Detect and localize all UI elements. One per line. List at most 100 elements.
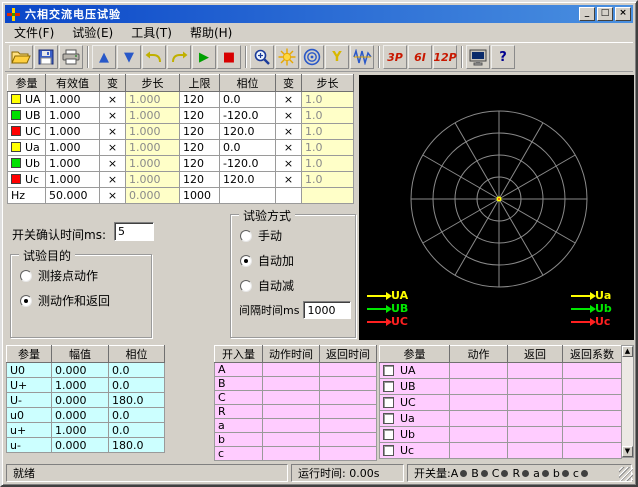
checkbox-unchecked-icon[interactable] [383, 381, 394, 392]
vary-toggle-cell[interactable]: × [100, 124, 126, 140]
din-name-cell: B [215, 377, 263, 391]
vector-arrow-icon [367, 308, 387, 310]
print-button[interactable] [59, 45, 83, 69]
sequence-row-u+: u+1.0000.0 [7, 423, 165, 438]
sequence-table: 参量幅值相位U00.0000.0U+1.0000.0U-0.000180.0u0… [6, 345, 165, 453]
checkbox-unchecked-icon[interactable] [383, 365, 394, 376]
mode-option-0[interactable]: 手动 [231, 223, 355, 248]
limit-cell[interactable]: 120 [180, 108, 220, 124]
limit-cell[interactable]: 120 [180, 156, 220, 172]
scroll-up-icon[interactable]: ▲ [622, 346, 633, 357]
phase-vary-toggle-cell[interactable] [276, 188, 302, 204]
phase-vary-toggle-cell[interactable]: × [276, 172, 302, 188]
menu-item-2[interactable]: 工具(T) [122, 22, 181, 43]
param-table-header: 步长 [126, 75, 180, 92]
value-cell[interactable]: 1.000 [46, 156, 100, 172]
vary-toggle-cell[interactable]: × [100, 156, 126, 172]
menu-item-0[interactable]: 文件(F) [5, 22, 63, 43]
result-table-header: 返回系数 [563, 346, 622, 363]
phase-vary-toggle-cell[interactable]: × [276, 108, 302, 124]
phase-vary-toggle-cell[interactable]: × [276, 92, 302, 108]
phase-cell[interactable]: 120.0 [220, 172, 276, 188]
limit-cell[interactable]: 120 [180, 172, 220, 188]
menu-item-1[interactable]: 试验(E) [63, 22, 122, 43]
phase-cell[interactable]: 0.0 [220, 92, 276, 108]
mode-3p-button[interactable]: 3P [383, 45, 407, 69]
step-down-button[interactable]: ▼ [117, 45, 141, 69]
stop-test-button[interactable]: ■ [217, 45, 241, 69]
value-cell[interactable]: 1.000 [46, 140, 100, 156]
toolbar-separator [245, 46, 247, 68]
value-cell[interactable]: 1.000 [46, 172, 100, 188]
device-button[interactable] [466, 45, 490, 69]
phase-cell[interactable]: -120.0 [220, 156, 276, 172]
limit-cell[interactable]: 120 [180, 140, 220, 156]
rings-button[interactable] [300, 45, 324, 69]
mode-12p-button[interactable]: 12P [433, 45, 457, 69]
din-act-time-cell [263, 433, 320, 447]
result-act-cell [450, 363, 508, 379]
close-button[interactable]: × [615, 7, 631, 21]
scroll-down-icon[interactable]: ▼ [622, 446, 633, 457]
color-swatch [11, 142, 21, 152]
save-button[interactable] [34, 45, 58, 69]
mode-6i-button[interactable]: 6I [408, 45, 432, 69]
param-table-header: 相位 [220, 75, 276, 92]
vector-view-button[interactable]: Y [325, 45, 349, 69]
checkbox-unchecked-icon[interactable] [383, 429, 394, 440]
phase-vary-toggle-cell[interactable]: × [276, 140, 302, 156]
vary-toggle-cell[interactable]: × [100, 172, 126, 188]
purpose-option-label: 测动作和返回 [38, 292, 110, 309]
brightness-button[interactable] [275, 45, 299, 69]
checkbox-unchecked-icon[interactable] [383, 397, 394, 408]
checkbox-unchecked-icon[interactable] [383, 413, 394, 424]
undo-button[interactable] [142, 45, 166, 69]
titlebar[interactable]: 六相交流电压试验 _□× [5, 5, 633, 23]
waveform-view-button[interactable] [350, 45, 374, 69]
phase-cell[interactable]: 0.0 [220, 140, 276, 156]
value-cell[interactable]: 50.000 [46, 188, 100, 204]
vary-toggle-cell[interactable]: × [100, 92, 126, 108]
result-table-scrollbar[interactable]: ▲ ▼ [621, 345, 634, 458]
mode-option-1[interactable]: 自动加 [231, 248, 355, 273]
input-row-A: A [215, 363, 377, 377]
help-button[interactable]: ? [491, 45, 515, 69]
toolbar-separator [87, 46, 89, 68]
phase-vary-toggle-cell[interactable]: × [276, 156, 302, 172]
vary-toggle-cell[interactable]: × [100, 140, 126, 156]
limit-cell[interactable]: 120 [180, 124, 220, 140]
phase-cell[interactable]: 120.0 [220, 124, 276, 140]
param-label: Ub [25, 157, 40, 170]
vary-toggle-cell[interactable]: × [100, 188, 126, 204]
start-test-button[interactable]: ▶ [192, 45, 216, 69]
mode-option-2[interactable]: 自动减 [231, 273, 355, 298]
value-cell[interactable]: 1.000 [46, 108, 100, 124]
vary-toggle-cell[interactable]: × [100, 108, 126, 124]
phase-vary-toggle-cell[interactable]: × [276, 124, 302, 140]
redo-button[interactable] [167, 45, 191, 69]
value-cell[interactable]: 1.000 [46, 124, 100, 140]
minimize-button[interactable]: _ [579, 7, 595, 21]
limit-cell[interactable]: 1000 [180, 188, 220, 204]
toolbar-separator [461, 46, 463, 68]
din-return-time-cell [320, 405, 377, 419]
result-param-label: UC [400, 396, 416, 409]
limit-cell[interactable]: 120 [180, 92, 220, 108]
step-up-button[interactable]: ▲ [92, 45, 116, 69]
menu-item-3[interactable]: 帮助(H) [181, 22, 241, 43]
phase-cell[interactable]: -120.0 [220, 108, 276, 124]
sun-icon [278, 48, 296, 66]
maximize-button[interactable]: □ [597, 7, 613, 21]
open-button[interactable] [9, 45, 33, 69]
value-cell[interactable]: 1.000 [46, 92, 100, 108]
switch-confirm-input[interactable] [114, 222, 154, 241]
interval-input[interactable] [303, 301, 351, 319]
zoom-button[interactable] [250, 45, 274, 69]
checkbox-unchecked-icon[interactable] [383, 445, 394, 456]
purpose-option-1[interactable]: 测动作和返回 [11, 288, 151, 313]
purpose-option-0[interactable]: 测接点动作 [11, 263, 151, 288]
resize-grip[interactable] [619, 467, 633, 481]
phase-cell[interactable] [220, 188, 276, 204]
result-param-label: UA [400, 364, 416, 377]
switch-status-items: ABCRabc [451, 467, 592, 480]
